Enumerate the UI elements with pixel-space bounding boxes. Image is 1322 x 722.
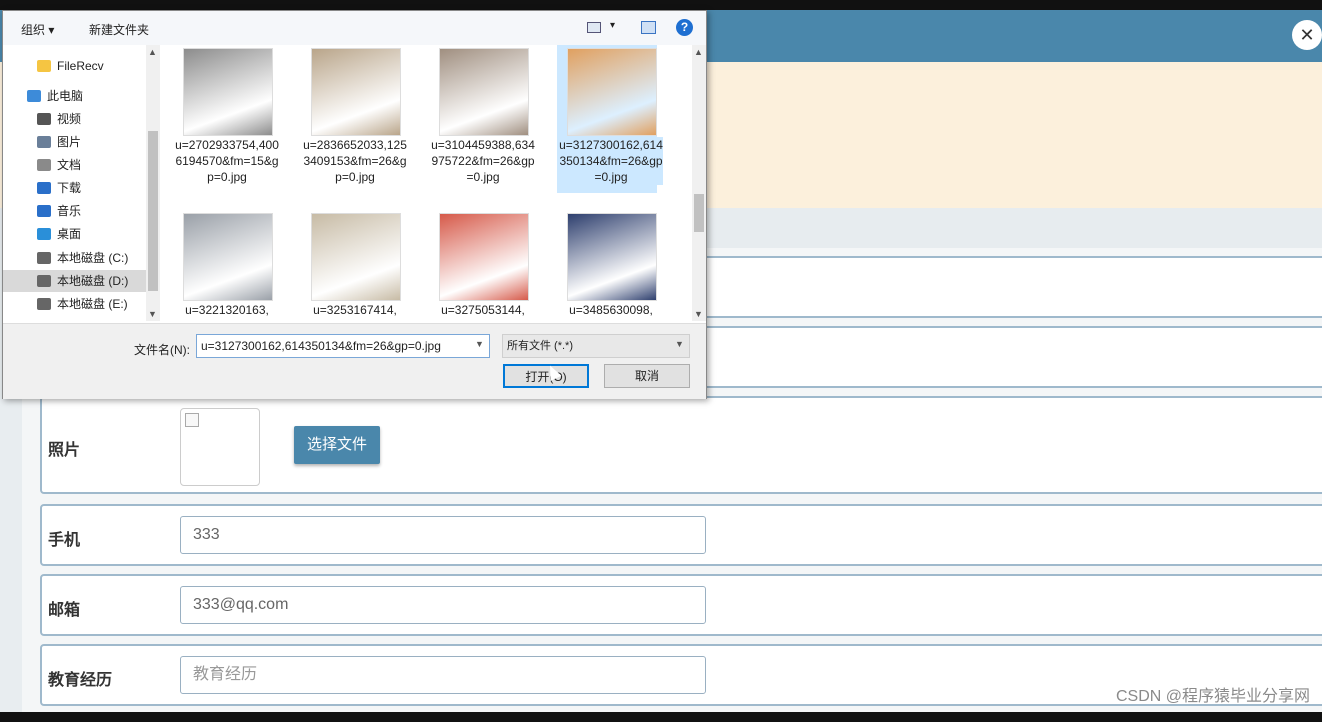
nav-item-label: 下载 bbox=[57, 181, 82, 195]
image-thumbnail bbox=[439, 213, 529, 301]
education-input[interactable]: 教育经历 bbox=[180, 656, 706, 694]
nav-item-label: 图片 bbox=[57, 135, 82, 149]
nav-item[interactable]: 本地磁盘 (E:) bbox=[3, 293, 147, 315]
filename-input[interactable]: u=3127300162,614350134&fm=26&gp=0.jpg bbox=[196, 334, 490, 358]
nav-item[interactable]: 此电脑 bbox=[3, 85, 147, 107]
watermark: CSDN @程序猿毕业分享网 bbox=[1115, 688, 1310, 705]
file-scrollbar-thumb[interactable] bbox=[694, 194, 704, 232]
file-list: u=2702933754,4006194570&fm=15&gp=0.jpg u=… bbox=[163, 45, 693, 321]
file-name: u=3221320163, bbox=[185, 303, 269, 317]
drive-icon bbox=[37, 298, 51, 310]
education-label: 教育经历 bbox=[48, 672, 113, 689]
phone-label: 手机 bbox=[48, 532, 81, 549]
video-icon bbox=[37, 113, 51, 125]
photo-preview bbox=[180, 408, 260, 486]
cancel-button[interactable]: 取消 bbox=[604, 364, 690, 388]
nav-item[interactable]: 视频 bbox=[3, 108, 147, 130]
nav-scroll-up-icon[interactable]: ▲ bbox=[148, 47, 157, 57]
computer-icon bbox=[27, 90, 41, 102]
choose-file-button[interactable]: 选择文件 bbox=[294, 426, 380, 464]
navigation-pane: FileRecv 此电脑视频图片文档下载音乐桌面本地磁盘 (C:) 本地磁盘 (D:… bbox=[3, 45, 163, 321]
drive-icon bbox=[37, 275, 51, 287]
nav-item-label: 本地磁盘 (D:) bbox=[57, 274, 129, 288]
preview-pane-icon[interactable] bbox=[641, 21, 656, 34]
nav-item-label: 桌面 bbox=[57, 227, 82, 241]
new-folder-button[interactable]: 新建文件夹 bbox=[89, 21, 149, 38]
nav-item[interactable]: 音乐 bbox=[3, 200, 147, 222]
file-open-dialog: 组织 ▾ 新建文件夹 ▾ ? FileRecv 此电脑视频图片文档下载音乐桌面本地… bbox=[2, 10, 707, 399]
nav-item[interactable]: 文档 bbox=[3, 154, 147, 176]
view-dropdown-icon[interactable]: ▾ bbox=[610, 20, 615, 31]
view-mode-icon[interactable] bbox=[587, 22, 601, 33]
broken-image-icon bbox=[185, 413, 199, 427]
nav-item-label: 本地磁盘 (E:) bbox=[57, 297, 128, 311]
image-thumbnail bbox=[183, 213, 273, 301]
desktop-icon bbox=[37, 228, 51, 240]
file-name: u=3253167414, bbox=[313, 303, 397, 317]
file-scroll-up-icon[interactable]: ▲ bbox=[694, 47, 703, 57]
nav-item-label: 本地磁盘 (C:) bbox=[57, 251, 129, 265]
file-scrollbar[interactable] bbox=[692, 45, 706, 321]
download-icon bbox=[37, 182, 51, 194]
folder-icon bbox=[37, 60, 51, 72]
nav-item-label: 音乐 bbox=[57, 204, 82, 218]
phone-input[interactable]: 333 bbox=[180, 516, 706, 554]
organize-menu[interactable]: 组织 ▾ bbox=[21, 21, 54, 38]
nav-item-label: FileRecv bbox=[57, 59, 104, 73]
image-thumbnail bbox=[567, 48, 657, 136]
file-scroll-down-icon[interactable]: ▼ bbox=[694, 309, 703, 319]
phone-row: 手机 333 bbox=[40, 504, 1322, 566]
image-thumbnail bbox=[311, 48, 401, 136]
nav-item[interactable]: FileRecv bbox=[3, 55, 147, 77]
nav-item-label: 视频 bbox=[57, 112, 82, 126]
help-icon[interactable]: ? bbox=[676, 19, 693, 36]
photo-label: 照片 bbox=[48, 442, 81, 459]
image-thumbnail bbox=[439, 48, 529, 136]
close-icon[interactable]: ✕ bbox=[1292, 20, 1322, 50]
nav-scroll-down-icon[interactable]: ▼ bbox=[148, 309, 157, 319]
email-input[interactable]: 333@qq.com bbox=[180, 586, 706, 624]
nav-item-label: 文档 bbox=[57, 158, 82, 172]
dialog-footer: 文件名(N): u=3127300162,614350134&fm=26&gp=… bbox=[3, 323, 706, 399]
image-thumbnail bbox=[311, 213, 401, 301]
file-type-select[interactable]: 所有文件 (*.*) bbox=[502, 334, 690, 358]
file-name: u=3104459388,634975722&fm=26&gp=0.jpg bbox=[431, 138, 535, 184]
image-thumbnail bbox=[567, 213, 657, 301]
nav-scrollbar-thumb[interactable] bbox=[148, 131, 158, 291]
file-name: u=3127300162,614350134&fm=26&gp=0.jpg bbox=[559, 137, 663, 185]
nav-item-label: 此电脑 bbox=[47, 89, 84, 103]
file-name: u=2836652033,1253409153&fm=26&gp=0.jpg bbox=[303, 138, 407, 184]
file-name: u=2702933754,4006194570&fm=15&gp=0.jpg bbox=[175, 138, 279, 184]
photo-row: 照片 选择文件 bbox=[40, 396, 1322, 494]
image-thumbnail bbox=[183, 48, 273, 136]
nav-item[interactable]: 桌面 bbox=[3, 223, 147, 245]
filename-label: 文件名(N): bbox=[134, 343, 190, 357]
document-icon bbox=[37, 159, 51, 171]
drive-icon bbox=[37, 252, 51, 264]
nav-item[interactable]: 图片 bbox=[3, 131, 147, 153]
nav-item[interactable]: 下载 bbox=[3, 177, 147, 199]
nav-item[interactable]: 本地磁盘 (D:) bbox=[3, 270, 147, 292]
dialog-toolbar: 组织 ▾ 新建文件夹 ▾ ? bbox=[3, 11, 706, 46]
music-icon bbox=[37, 205, 51, 217]
email-label: 邮箱 bbox=[48, 602, 81, 619]
file-name: u=3275053144, bbox=[441, 303, 525, 317]
file-type-dropdown-icon[interactable]: ▼ bbox=[675, 339, 684, 349]
nav-item[interactable]: 本地磁盘 (C:) bbox=[3, 247, 147, 269]
filename-dropdown-icon[interactable]: ▼ bbox=[475, 339, 484, 349]
picture-icon bbox=[37, 136, 51, 148]
file-name: u=3485630098, bbox=[569, 303, 653, 317]
email-row: 邮箱 333@qq.com bbox=[40, 574, 1322, 636]
